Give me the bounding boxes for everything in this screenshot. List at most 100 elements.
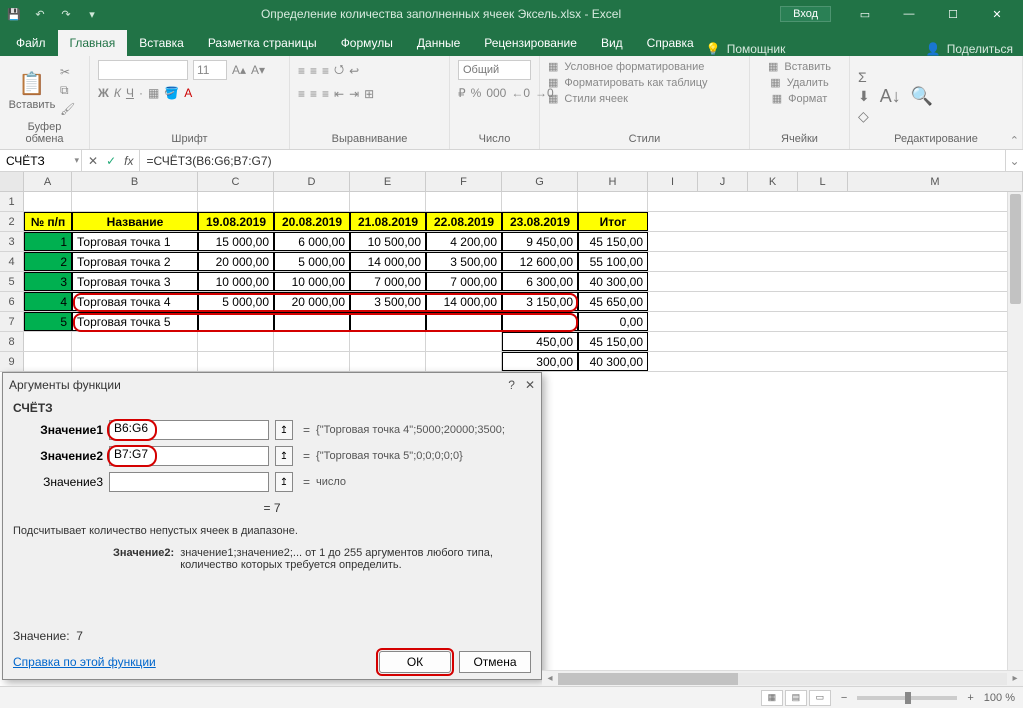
font-size-combo[interactable]: 11 [193,60,227,80]
cell[interactable] [502,312,578,331]
cell[interactable] [198,312,274,331]
fx-icon[interactable]: fx [124,154,133,168]
col-header[interactable]: H [578,172,648,191]
cell[interactable] [648,332,1023,351]
cell[interactable]: № п/п [24,212,72,231]
cell[interactable] [198,192,274,211]
delete-cells-button[interactable]: ▦Удалить [770,76,828,89]
cell[interactable] [350,352,426,371]
formula-input[interactable]: =СЧЁТЗ(B6:G6;B7:G7) [140,150,1005,171]
col-header[interactable]: B [72,172,198,191]
cell[interactable] [426,352,502,371]
cell[interactable]: 6 300,00 [502,272,578,291]
fill-color-icon[interactable]: 🪣 [164,86,179,100]
enter-formula-icon[interactable]: ✓ [106,154,116,168]
qat-dropdown-icon[interactable]: ▾ [82,4,102,24]
tab-layout[interactable]: Разметка страницы [196,30,329,56]
cut-icon[interactable]: ✂ [60,65,75,79]
col-header[interactable]: L [798,172,848,191]
tab-help[interactable]: Справка [635,30,706,56]
conditional-formatting-button[interactable]: ▦Условное форматирование [548,60,704,73]
indent-dec-icon[interactable]: ⇤ [334,87,344,101]
cancel-button[interactable]: Отмена [459,651,531,673]
expand-formula-icon[interactable]: ⌄ [1005,150,1023,171]
redo-icon[interactable]: ↷ [56,4,76,24]
cell[interactable]: 19.08.2019 [198,212,274,231]
maximize-icon[interactable]: ☐ [931,0,975,28]
cell[interactable] [578,192,648,211]
arg2-input[interactable]: B7:G7 [109,446,269,466]
copy-icon[interactable]: ⧉ [60,83,75,98]
cell[interactable]: Торговая точка 4 [72,292,198,311]
horizontal-scrollbar[interactable]: ◂ ▸ [542,670,1023,686]
col-header[interactable]: E [350,172,426,191]
cell[interactable]: 450,00 [502,332,578,351]
zoom-in-icon[interactable]: + [967,692,973,704]
cell[interactable] [648,232,1023,251]
page-layout-icon[interactable]: ▤ [785,690,807,706]
undo-icon[interactable]: ↶ [30,4,50,24]
arg1-input[interactable]: B6:G6 [109,420,269,440]
row-header[interactable]: 8 [0,332,24,351]
tab-data[interactable]: Данные [405,30,472,56]
number-format-combo[interactable]: Общий [458,60,531,80]
cell[interactable] [72,352,198,371]
col-header[interactable]: D [274,172,350,191]
tab-file[interactable]: Файл [4,30,58,56]
font-name-combo[interactable] [98,60,188,80]
cell[interactable]: 9 450,00 [502,232,578,251]
cell[interactable]: 45 150,00 [578,332,648,351]
arg3-ref-icon[interactable]: ↥ [275,472,293,492]
cell[interactable]: 3 150,00 [502,292,578,311]
format-as-table-button[interactable]: ▦Форматировать как таблицу [548,76,708,89]
cell[interactable]: 4 200,00 [426,232,502,251]
cell[interactable]: 2 [24,252,72,271]
collapse-ribbon-icon[interactable]: ⌃ [1010,134,1019,147]
cell[interactable] [648,312,1023,331]
dialog-titlebar[interactable]: Аргументы функции ?✕ [3,373,541,397]
cell[interactable]: 45 150,00 [578,232,648,251]
sort-filter-icon[interactable]: A↓ [880,86,901,107]
cell[interactable] [274,352,350,371]
cell[interactable]: 15 000,00 [198,232,274,251]
increase-font-icon[interactable]: A▴ [232,63,246,77]
wrap-text-icon[interactable]: ↩ [349,64,359,78]
row-header[interactable]: 2 [0,212,24,231]
format-cells-button[interactable]: ▦Формат [772,92,827,105]
col-header[interactable]: A [24,172,72,191]
cell[interactable]: 40 300,00 [578,352,648,371]
row-header[interactable]: 6 [0,292,24,311]
row-header[interactable]: 9 [0,352,24,371]
insert-cells-button[interactable]: ▦Вставить [768,60,831,73]
cell[interactable]: Название [72,212,198,231]
cell[interactable]: 20 000,00 [274,292,350,311]
tell-me[interactable]: 💡Помощник [706,42,796,56]
orientation-icon[interactable]: ⭯ [334,60,344,81]
cell[interactable]: 4 [24,292,72,311]
cancel-formula-icon[interactable]: ✕ [88,154,98,168]
tab-view[interactable]: Вид [589,30,635,56]
autosum-icon[interactable]: Σ [858,69,870,85]
save-icon[interactable]: 💾 [4,4,24,24]
share-button[interactable]: 👤Поделиться [926,42,1023,56]
row-header[interactable]: 1 [0,192,24,211]
row-header[interactable]: 3 [0,232,24,251]
row-header[interactable]: 5 [0,272,24,291]
merge-icon[interactable]: ⊞ [364,87,374,101]
close-icon[interactable]: ✕ [975,0,1019,28]
arg2-ref-icon[interactable]: ↥ [275,446,293,466]
cell[interactable]: 3 500,00 [426,252,502,271]
cell[interactable]: 10 000,00 [198,272,274,291]
clear-icon[interactable]: ◇ [858,108,870,125]
login-button[interactable]: Вход [780,6,831,22]
tab-review[interactable]: Рецензирование [472,30,589,56]
format-painter-icon[interactable]: 🖌 [60,102,75,116]
cell[interactable] [648,252,1023,271]
cell[interactable] [426,332,502,351]
align-middle-icon[interactable]: ≡ [310,64,317,78]
cell[interactable] [648,272,1023,291]
underline-icon[interactable]: Ч [126,86,134,100]
font-color-icon[interactable]: A [184,86,192,100]
cell[interactable]: 7 000,00 [350,272,426,291]
cell[interactable]: 1 [24,232,72,251]
